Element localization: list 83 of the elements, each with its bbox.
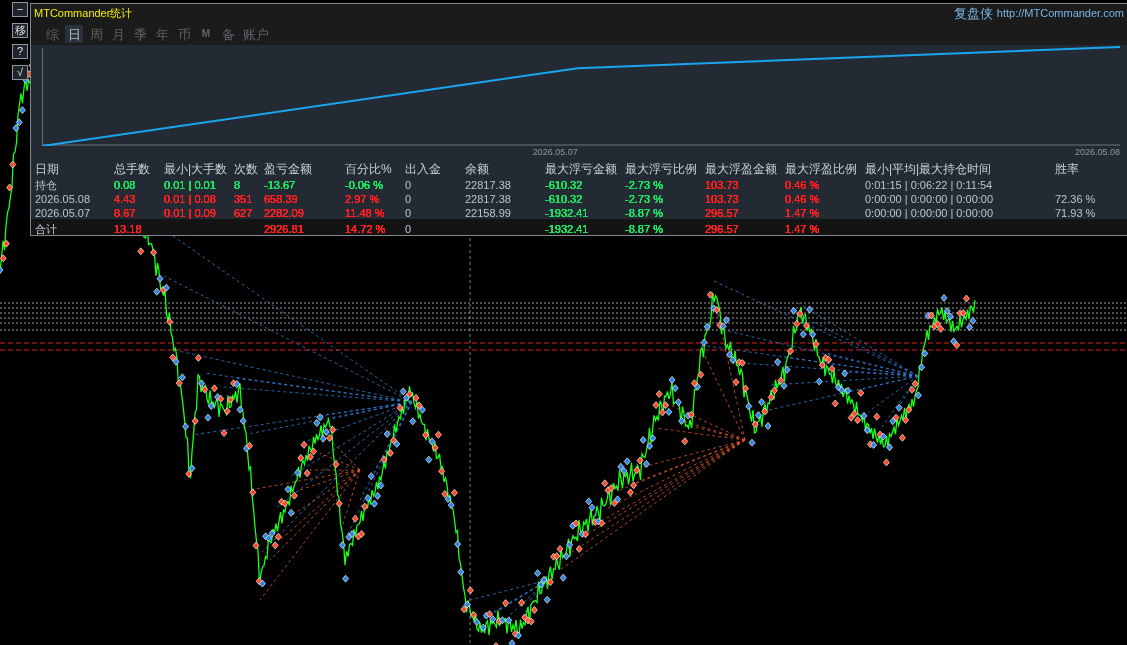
collapse-button[interactable]: − <box>12 2 28 17</box>
table-cell: 合计 <box>35 223 57 235</box>
table-cell: 0.08 <box>114 179 136 191</box>
column-header: 最大浮盈比例 <box>785 162 857 176</box>
table-cell: -1932.41 <box>545 223 589 235</box>
tab[interactable]: 备 <box>219 25 237 43</box>
table-cell: 0 <box>405 207 412 219</box>
panel-title: MTCommander统计 <box>34 6 133 22</box>
axis-date-label: 2026.05.08 <box>1074 147 1120 157</box>
table-cell: 0.01 | 0.01 <box>164 179 216 191</box>
tab[interactable]: 周 <box>87 25 105 43</box>
check-button[interactable]: √ <box>12 65 28 80</box>
table-cell: 1.47 % <box>785 207 820 219</box>
table-cell: -2.73 % <box>625 193 663 205</box>
tab[interactable]: 年 <box>153 25 171 43</box>
brand-label: 复盘侠 <box>953 4 993 23</box>
table-cell: 0:00:00 | 0:00:00 | 0:00:00 <box>865 193 994 205</box>
table-cell: 2282.09 <box>264 207 304 219</box>
table-cell: 0.46 % <box>785 193 820 205</box>
table-cell: 22158.99 <box>465 207 511 219</box>
column-header: 最大浮亏比例 <box>625 162 697 176</box>
axis-date-label: 2026.05.07 <box>532 147 578 157</box>
table-cell: 14.72 % <box>345 223 386 235</box>
column-header: 胜率 <box>1055 162 1079 176</box>
table-cell: 22817.38 <box>465 179 511 191</box>
column-header: 总手数 <box>114 162 150 176</box>
table-cell: -610.32 <box>545 193 583 205</box>
column-header: 日期 <box>35 162 59 176</box>
column-header: 最大浮盈金额 <box>705 162 777 176</box>
table-cell: -1932.41 <box>545 207 589 219</box>
table-cell: -13.67 <box>264 179 296 191</box>
tab[interactable]: 账户 <box>241 25 271 43</box>
column-header: 最大浮亏金额 <box>545 162 617 176</box>
table-cell: 0:01:15 | 0:06:22 | 0:11:54 <box>865 179 993 191</box>
table-cell: 72.36 % <box>1055 193 1096 205</box>
table-cell: -0.06 % <box>345 179 383 191</box>
table-cell: 351 <box>234 193 253 205</box>
table-cell: -8.87 % <box>625 223 663 235</box>
table-cell: -610.32 <box>545 179 583 191</box>
table-cell: 0 <box>405 223 412 235</box>
website-link[interactable]: http://MTCommander.com <box>996 5 1124 22</box>
table-cell: 103.73 <box>705 193 739 205</box>
table-cell: 4.43 <box>114 193 136 205</box>
table-cell: 2.97 % <box>345 193 380 205</box>
column-header: 最小|大手数 <box>164 162 228 176</box>
tab[interactable]: 季 <box>131 25 149 43</box>
table-cell: 296.57 <box>705 223 739 235</box>
table-cell: 0 <box>405 179 412 191</box>
tab[interactable]: 综 <box>43 25 61 43</box>
table-cell: 658.39 <box>264 193 298 205</box>
table-cell: 0.01 | 0.08 <box>164 193 216 205</box>
table-cell: 71.93 % <box>1055 207 1096 219</box>
table-cell: 0.01 | 0.09 <box>164 207 216 219</box>
table-cell: 2026.05.07 <box>35 207 91 219</box>
table-cell: -2.73 % <box>625 179 663 191</box>
move-button[interactable]: 移 <box>12 23 28 38</box>
table-cell: 0.46 % <box>785 179 820 191</box>
help-button[interactable]: ? <box>12 44 28 59</box>
table-cell: 0 <box>405 193 412 205</box>
column-header: 盈亏金额 <box>264 162 312 176</box>
table-cell: 1.47 % <box>785 223 820 235</box>
table-cell: 持仓 <box>35 179 57 191</box>
table-cell: 22817.38 <box>465 193 511 205</box>
table-cell: 11.48 % <box>345 207 385 219</box>
table-cell: 8.67 <box>114 207 136 219</box>
column-header: 最小|平均|最大持仓时间 <box>865 162 992 176</box>
table-cell: 627 <box>234 207 253 219</box>
table-cell: 2026.05.08 <box>35 193 91 205</box>
column-header: 次数 <box>234 162 258 176</box>
table-cell: -8.87 % <box>625 207 663 219</box>
table-cell: 8 <box>234 179 241 191</box>
table-cell: 296.57 <box>705 207 739 219</box>
table-cell: 103.73 <box>705 179 739 191</box>
column-header: 余额 <box>465 162 489 176</box>
tab[interactable]: M <box>197 25 215 43</box>
table-cell: 13.18 <box>114 223 142 235</box>
table-cell: 0:00:00 | 0:00:00 | 0:00:00 <box>865 207 994 219</box>
column-header: 百分比% <box>345 162 392 176</box>
tab[interactable]: 日 <box>65 25 83 43</box>
tab[interactable]: 币 <box>175 25 193 43</box>
tab[interactable]: 月 <box>109 25 127 43</box>
table-cell: 2926.81 <box>264 223 304 235</box>
column-header: 出入金 <box>405 162 441 176</box>
